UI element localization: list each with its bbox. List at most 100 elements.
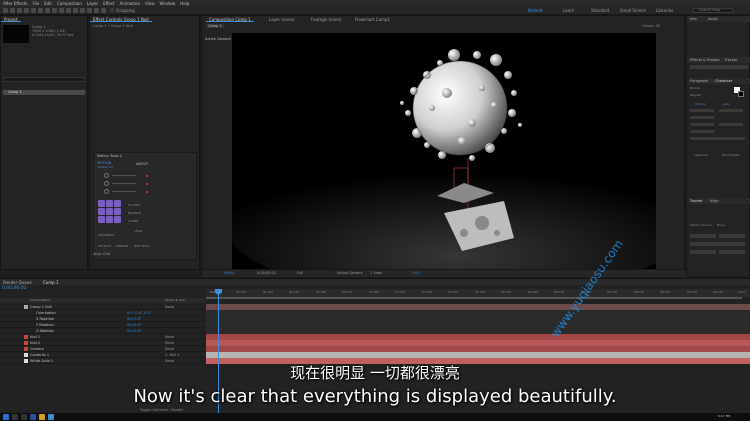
eraser-tool-icon[interactable] [87, 8, 92, 13]
kerning-field[interactable] [690, 109, 714, 112]
project-search-input[interactable] [3, 77, 85, 82]
hindi-digits-label[interactable]: Hindi Digits [722, 153, 739, 157]
new-null-button[interactable]: NEW NULL [134, 244, 150, 248]
tab-render-queue[interactable]: Render Queue [0, 279, 35, 286]
pen-tool-icon[interactable] [59, 8, 64, 13]
leading-value[interactable]: Auto [723, 102, 730, 106]
layer-label-color[interactable] [24, 335, 28, 339]
search-icon[interactable] [12, 414, 18, 420]
explorer-icon[interactable] [39, 414, 45, 420]
timeline-timecode[interactable]: 0;00;00;02 [2, 286, 27, 291]
horizontal-scale-field[interactable] [719, 123, 743, 126]
tracker-button-2[interactable] [719, 234, 745, 238]
menu-app[interactable]: After Effects [3, 1, 27, 6]
extract-button[interactable]: EXTRACT [98, 244, 112, 248]
anchor-top[interactable] [106, 200, 113, 207]
tab-comp-timeline[interactable]: Comp 1 [40, 279, 62, 286]
composition-viewer[interactable] [232, 33, 656, 271]
type-tool-icon[interactable] [66, 8, 71, 13]
time-ruler[interactable]: 00f 00:15f 01:00f 01:15f 02:00f 02:15f 0… [206, 289, 750, 297]
tab-footage[interactable]: Footage (none) [308, 16, 344, 22]
anchor-bottom-left[interactable] [98, 216, 105, 223]
tracker-reset-button[interactable] [690, 250, 716, 254]
workspace-small-screen[interactable]: Small Screen [620, 8, 646, 13]
ligatures-label[interactable]: Ligatures [694, 153, 708, 157]
effects-presets-tab[interactable]: Effects & Presets Tracker [687, 57, 750, 63]
layer-label-color[interactable] [24, 341, 28, 345]
layer-label-color[interactable] [24, 305, 28, 309]
hand-tool-icon[interactable] [17, 8, 22, 13]
ease-in-slider[interactable] [112, 175, 136, 176]
tracker-apply-button[interactable] [719, 250, 745, 254]
menu-window[interactable]: Window [160, 1, 176, 6]
task-view-icon[interactable] [21, 414, 27, 420]
font-size-value[interactable]: 160 px [695, 102, 705, 106]
after-effects-icon[interactable] [30, 414, 36, 420]
toggle-switches-modes[interactable]: Toggle Switches / Modes [140, 408, 183, 412]
ease-in-reset-icon[interactable] [146, 175, 148, 177]
about-button[interactable]: ABOUT [136, 162, 148, 166]
motion-source-select[interactable]: None [717, 223, 725, 227]
col-source-name[interactable]: Source Name [30, 298, 50, 302]
workspace-default[interactable]: Default [528, 8, 543, 13]
ease-out-knob-icon[interactable] [104, 181, 109, 186]
col-parent-link[interactable]: Parent & Link [165, 298, 185, 302]
tracker-analyze-row[interactable] [690, 242, 745, 246]
roto-tool-icon[interactable] [94, 8, 99, 13]
anchor-left[interactable] [98, 208, 105, 215]
selection-tool-icon[interactable] [10, 8, 15, 13]
baseline-shift-field[interactable] [690, 130, 714, 133]
info-panel-tab[interactable]: Info Audio [687, 16, 750, 22]
menu-animation[interactable]: Animation [120, 1, 140, 6]
exposure-value[interactable]: +0.0 [412, 271, 421, 275]
bounce-button[interactable]: BOUNCE [128, 211, 141, 215]
clone-tool-icon[interactable] [80, 8, 85, 13]
ease-out-slider[interactable] [112, 183, 136, 184]
elastic-button[interactable]: ELASTIC [128, 203, 140, 207]
current-time[interactable]: 0;00;00;02 [257, 271, 276, 275]
search-help-input[interactable]: Search Help [693, 8, 733, 13]
views-select[interactable]: 1 View [370, 271, 382, 275]
anchor-grid[interactable] [98, 200, 121, 223]
anchor-bottom[interactable] [106, 216, 113, 223]
mirror-button[interactable]: MIRROR [116, 244, 128, 248]
workspace-learn[interactable]: Learn [563, 8, 574, 13]
tracker-button-1[interactable] [690, 234, 716, 238]
pan-tool-icon[interactable] [45, 8, 50, 13]
zoom-tool-icon[interactable] [24, 8, 29, 13]
tab-info[interactable]: Info [690, 17, 697, 21]
browser-icon[interactable] [48, 414, 54, 420]
tab-character[interactable]: Character [715, 79, 732, 83]
stroke-width-field[interactable] [690, 116, 714, 119]
menu-layer[interactable]: Layer [87, 1, 98, 6]
project-item-comp[interactable]: Comp 1 [3, 90, 85, 95]
rotate-tool-icon[interactable] [31, 8, 36, 13]
tab-flowchart[interactable]: Flowchart Comp1 [352, 16, 393, 22]
tab-tracker-top[interactable]: Tracker [725, 58, 738, 62]
anchor-top-right[interactable] [114, 200, 121, 207]
camera-select[interactable]: Active Camera [337, 271, 363, 275]
tab-project[interactable]: Project [1, 16, 21, 22]
renderer-label[interactable]: Classic 3D [642, 24, 660, 28]
menu-effect[interactable]: Effect [103, 1, 115, 6]
snapping-checkbox[interactable] [110, 8, 114, 12]
anchor-right[interactable] [114, 208, 121, 215]
start-icon[interactable] [3, 414, 9, 420]
stroke-color-swatch[interactable] [738, 91, 744, 97]
menu-composition[interactable]: Composition [57, 1, 82, 6]
menu-file[interactable]: File [32, 1, 39, 6]
effects-search-input[interactable] [690, 65, 748, 69]
tab-align[interactable]: Align [710, 199, 719, 203]
anchor-bottom-right[interactable] [114, 216, 121, 223]
brush-tool-icon[interactable] [73, 8, 78, 13]
tab-effects-presets[interactable]: Effects & Presets [690, 58, 720, 62]
puppet-tool-icon[interactable] [101, 8, 106, 13]
anchor-center[interactable] [106, 208, 113, 215]
ease-both-reset-icon[interactable] [146, 191, 148, 193]
tab-composition[interactable]: Composition Comp 1 [206, 16, 254, 22]
ease-both-slider[interactable] [112, 191, 136, 192]
ease-out-reset-icon[interactable] [146, 183, 148, 185]
vertical-scale-field[interactable] [690, 123, 714, 126]
zoom-level[interactable]: (50%) [224, 271, 235, 275]
tab-effect-controls[interactable]: Effect Controls Group 1 Null [90, 16, 152, 22]
